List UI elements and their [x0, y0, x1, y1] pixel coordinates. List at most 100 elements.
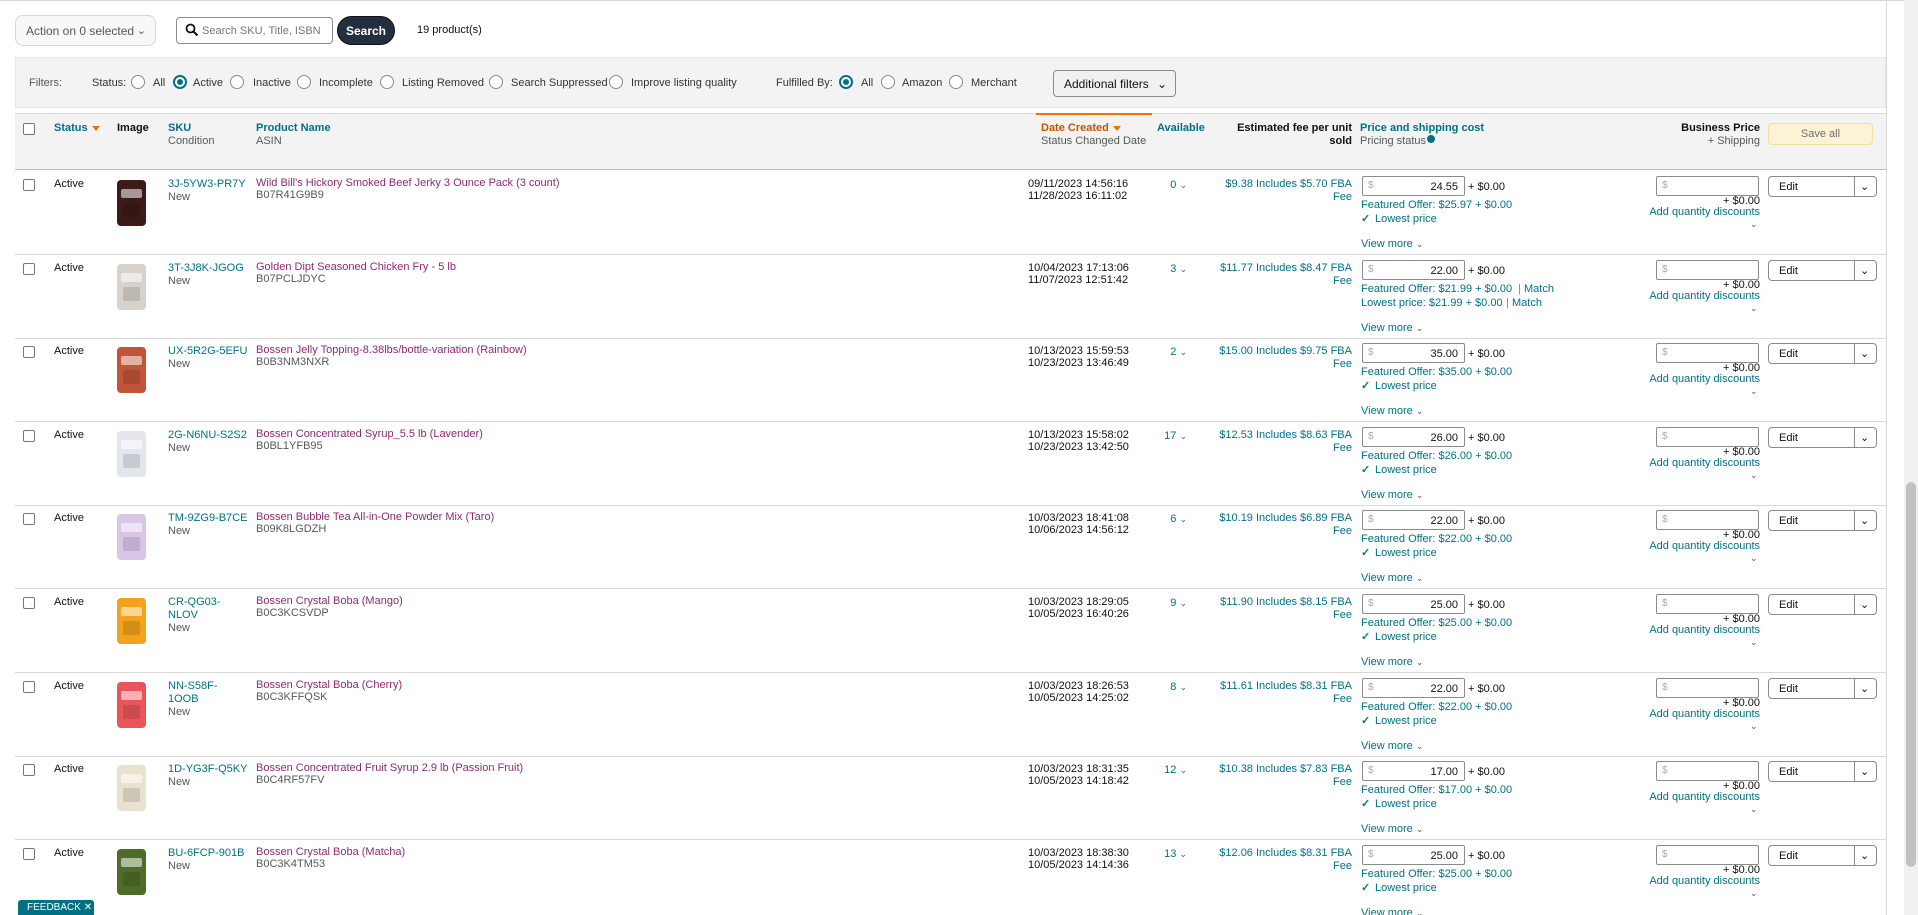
chevron-down-icon[interactable]: ⌄ [1860, 514, 1869, 527]
product-image[interactable] [113, 846, 150, 898]
row-fee-suffix[interactable]: Fee [1200, 358, 1352, 371]
product-image[interactable] [113, 261, 150, 313]
row-sku-continued[interactable]: 1OOB [168, 693, 199, 706]
view-more-link[interactable]: View more ⌄ [1361, 823, 1423, 836]
row-fee-suffix[interactable]: Fee [1200, 191, 1352, 204]
business-price-input[interactable]: $ [1656, 761, 1759, 781]
feedback-button[interactable]: FEEDBACK ✕ [18, 900, 94, 915]
status-radio-incomplete[interactable] [297, 75, 311, 89]
row-sku[interactable]: UX-5R2G-5EFU [168, 345, 247, 358]
price-input[interactable]: $25.00 [1362, 845, 1465, 865]
row-fee[interactable]: $11.77 Includes $8.47 FBA [1200, 262, 1352, 275]
chevron-down-icon[interactable]: ⌄ [1750, 218, 1758, 231]
info-icon[interactable] [1427, 135, 1436, 143]
row-fee[interactable]: $11.61 Includes $8.31 FBA [1200, 680, 1352, 693]
row-fee[interactable]: $10.38 Includes $7.83 FBA [1200, 763, 1352, 776]
chevron-down-icon[interactable]: ⌄ [1750, 887, 1758, 900]
search-field[interactable] [176, 17, 333, 44]
fulfilled-option-amazon[interactable]: Amazon [902, 77, 942, 89]
add-quantity-discounts-link[interactable]: Add quantity discounts [1630, 206, 1760, 219]
row-checkbox[interactable] [23, 513, 35, 525]
product-image[interactable] [113, 344, 150, 396]
row-fee-suffix[interactable]: Fee [1200, 275, 1352, 288]
business-price-input[interactable]: $ [1656, 427, 1759, 447]
edit-button[interactable]: Edit ⌄ [1768, 176, 1877, 197]
business-price-input[interactable]: $ [1656, 510, 1759, 530]
row-fee-suffix[interactable]: Fee [1200, 860, 1352, 873]
row-checkbox[interactable] [23, 681, 35, 693]
price-input[interactable]: $17.00 [1362, 761, 1465, 781]
status-option-improve-quality[interactable]: Improve listing quality [631, 77, 737, 89]
column-sku[interactable]: SKU [168, 122, 191, 134]
price-input[interactable]: $25.00 [1362, 594, 1465, 614]
view-more-link[interactable]: View more ⌄ [1361, 740, 1423, 753]
edit-button[interactable]: Edit ⌄ [1768, 260, 1877, 281]
chevron-down-icon[interactable]: ⌄ [1750, 302, 1758, 315]
row-checkbox[interactable] [23, 848, 35, 860]
chevron-down-icon[interactable]: ⌄ [1860, 264, 1869, 277]
edit-button[interactable]: Edit ⌄ [1768, 510, 1877, 531]
product-image[interactable] [113, 511, 150, 563]
row-checkbox[interactable] [23, 764, 35, 776]
search-input[interactable] [202, 21, 330, 40]
add-quantity-discounts-link[interactable]: Add quantity discounts [1630, 373, 1760, 386]
add-quantity-discounts-link[interactable]: Add quantity discounts [1630, 290, 1760, 303]
chevron-down-icon[interactable]: ⌄ [1750, 469, 1758, 482]
product-image[interactable] [113, 762, 150, 814]
edit-button[interactable]: Edit ⌄ [1768, 427, 1877, 448]
add-quantity-discounts-link[interactable]: Add quantity discounts [1630, 457, 1760, 470]
price-input[interactable]: $26.00 [1362, 427, 1465, 447]
row-checkbox[interactable] [23, 263, 35, 275]
row-fee[interactable]: $12.53 Includes $8.63 FBA [1200, 429, 1352, 442]
row-fee[interactable]: $11.90 Includes $8.15 FBA [1200, 596, 1352, 609]
status-radio-all[interactable] [131, 75, 145, 89]
row-fee-suffix[interactable]: Fee [1200, 442, 1352, 455]
business-price-input[interactable]: $ [1656, 594, 1759, 614]
bulk-action-select[interactable]: Action on 0 selected ⌄ [15, 15, 156, 46]
price-input[interactable]: $24.55 [1362, 176, 1465, 196]
match-featured-link[interactable]: Match [1524, 283, 1554, 296]
chevron-down-icon[interactable]: ⌄ [1750, 803, 1758, 816]
edit-button[interactable]: Edit ⌄ [1768, 594, 1877, 615]
row-available[interactable]: 17 ⌄ [1155, 430, 1187, 443]
row-available[interactable]: 9 ⌄ [1155, 597, 1187, 610]
row-fee[interactable]: $12.06 Includes $8.31 FBA [1200, 847, 1352, 860]
row-checkbox[interactable] [23, 430, 35, 442]
search-button[interactable]: Search [337, 16, 395, 45]
row-sku[interactable]: 2G-N6NU-S2S2 [168, 429, 247, 442]
fulfilled-radio-amazon[interactable] [881, 75, 895, 89]
chevron-down-icon[interactable]: ⌄ [1750, 385, 1758, 398]
chevron-down-icon[interactable]: ⌄ [1750, 720, 1758, 733]
product-image[interactable] [113, 679, 150, 731]
business-price-input[interactable]: $ [1656, 176, 1759, 196]
status-radio-improve-quality[interactable] [609, 75, 623, 89]
row-fee[interactable]: $9.38 Includes $5.70 FBA [1200, 178, 1352, 191]
row-sku[interactable]: 3J-5YW3-PR7Y [168, 178, 246, 191]
view-more-link[interactable]: View more ⌄ [1361, 238, 1423, 251]
add-quantity-discounts-link[interactable]: Add quantity discounts [1630, 624, 1760, 637]
row-fee-suffix[interactable]: Fee [1200, 693, 1352, 706]
close-icon[interactable]: ✕ [84, 902, 92, 913]
row-fee-suffix[interactable]: Fee [1200, 609, 1352, 622]
status-radio-active[interactable] [173, 75, 187, 89]
row-available[interactable]: 13 ⌄ [1155, 848, 1187, 861]
column-status[interactable]: Status [54, 122, 100, 134]
price-input[interactable]: $22.00 [1362, 678, 1465, 698]
product-image[interactable] [113, 428, 150, 480]
status-option-listing-removed[interactable]: Listing Removed [402, 77, 484, 89]
column-price[interactable]: Price and shipping cost [1360, 122, 1484, 134]
fulfilled-option-merchant[interactable]: Merchant [971, 77, 1017, 89]
chevron-down-icon[interactable]: ⌄ [1860, 180, 1869, 193]
price-input[interactable]: $22.00 [1362, 510, 1465, 530]
edit-button[interactable]: Edit ⌄ [1768, 678, 1877, 699]
row-sku[interactable]: NN-S58F- [168, 680, 218, 693]
status-radio-listing-removed[interactable] [380, 75, 394, 89]
row-fee[interactable]: $15.00 Includes $9.75 FBA [1200, 345, 1352, 358]
row-checkbox[interactable] [23, 346, 35, 358]
add-quantity-discounts-link[interactable]: Add quantity discounts [1630, 875, 1760, 888]
row-sku[interactable]: BU-6FCP-901B [168, 847, 244, 860]
row-checkbox[interactable] [23, 179, 35, 191]
status-option-incomplete[interactable]: Incomplete [319, 77, 373, 89]
view-more-link[interactable]: View more ⌄ [1361, 656, 1423, 669]
business-price-input[interactable]: $ [1656, 845, 1759, 865]
